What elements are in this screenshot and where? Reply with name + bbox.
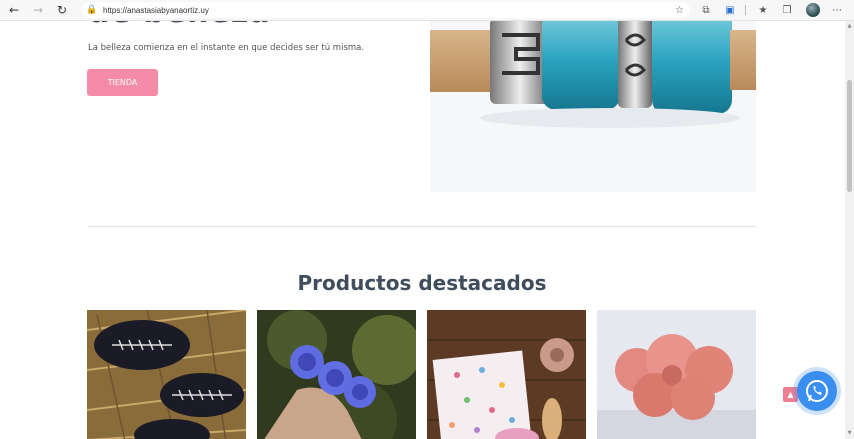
section-divider xyxy=(88,226,756,227)
product-card-2[interactable] xyxy=(257,310,416,439)
featured-products-title: Productos destacados xyxy=(297,271,547,295)
more-icon[interactable]: ⋯ xyxy=(830,3,844,17)
scroll-up-icon[interactable]: ▲ xyxy=(846,23,853,29)
address-bar[interactable]: 🔒 https://anastasiabyanaortiz.uy ☆ xyxy=(82,2,690,18)
back-to-top-button[interactable]: ▲ xyxy=(783,387,798,402)
star-icon[interactable]: ☆ xyxy=(675,5,684,16)
shop-button[interactable]: TIENDA xyxy=(87,69,158,96)
scrollbar-thumb[interactable] xyxy=(847,80,852,192)
save-icon[interactable]: ▣ xyxy=(723,3,737,17)
page-content: de belleza La belleza comienza en el ins… xyxy=(0,21,845,439)
product-card-3[interactable] xyxy=(427,310,586,439)
product-card-4[interactable] xyxy=(597,310,756,439)
browser-toolbar: ← → ↻ 🔒 https://anastasiabyanaortiz.uy ☆… xyxy=(0,0,854,21)
toolbar-separator xyxy=(745,5,746,15)
favorites-icon[interactable]: ★ xyxy=(756,3,770,17)
product-card-1[interactable] xyxy=(87,310,246,439)
back-icon[interactable]: ← xyxy=(4,0,24,20)
hero-subtitle: La belleza comienza en el instante en qu… xyxy=(88,43,365,53)
profile-avatar[interactable] xyxy=(806,3,820,17)
hero-image-bracelet xyxy=(430,21,756,192)
whatsapp-icon xyxy=(806,380,828,402)
url-text: https://anastasiabyanaortiz.uy xyxy=(103,5,209,15)
whatsapp-button[interactable] xyxy=(797,371,837,411)
collections-icon[interactable]: ⧉ xyxy=(699,3,713,17)
lock-icon: 🔒 xyxy=(86,5,98,15)
scroll-down-icon[interactable]: ▼ xyxy=(846,430,853,436)
forward-icon[interactable]: → xyxy=(28,0,48,20)
refresh-icon[interactable]: ↻ xyxy=(52,0,72,20)
extensions-icon[interactable]: ❐ xyxy=(780,3,794,17)
hero-title: de belleza xyxy=(88,21,271,30)
